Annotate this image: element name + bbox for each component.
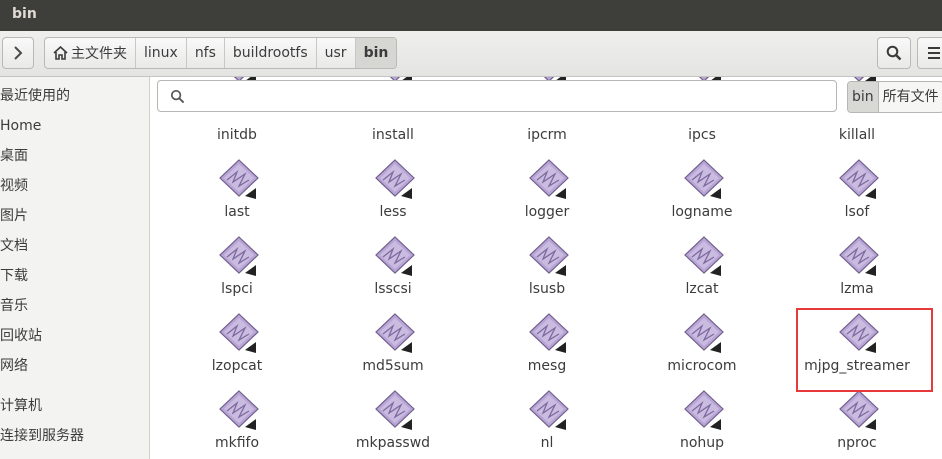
- file-name: md5sum: [362, 358, 424, 374]
- file-name: ipcrm: [527, 127, 567, 143]
- file-name: mkfifo: [214, 435, 260, 451]
- crumb-bin[interactable]: bin: [355, 38, 397, 68]
- crumb-buildrootfs[interactable]: buildrootfs: [225, 38, 317, 68]
- file-name: lspci: [221, 281, 253, 297]
- search-input[interactable]: [190, 85, 824, 109]
- file-name: lsscsi: [374, 281, 412, 297]
- sidebar-item-trash[interactable]: 回收站: [0, 324, 42, 348]
- executable-file-icon: [219, 159, 259, 199]
- title-bar: bin: [0, 0, 942, 31]
- search-bar[interactable]: [157, 80, 837, 112]
- window-title: bin: [12, 6, 37, 22]
- crumb-nfs[interactable]: nfs: [187, 38, 225, 68]
- executable-file-icon: [375, 159, 415, 199]
- crumb-home-label: 主文件夹: [71, 46, 127, 62]
- executable-file-icon: [529, 390, 569, 430]
- file-name: nl: [540, 435, 554, 451]
- file-name: mesg: [527, 358, 567, 374]
- file-name: lsof: [844, 204, 870, 220]
- file-name: ipcs: [688, 127, 716, 143]
- sidebar-item-home[interactable]: Home: [0, 114, 41, 138]
- executable-file-icon: [684, 390, 724, 430]
- sidebar-item-network[interactable]: 网络: [0, 354, 28, 378]
- scope-current-folder[interactable]: bin: [848, 82, 879, 112]
- executable-file-icon: [219, 390, 259, 430]
- search-scope: bin 所有文件: [847, 81, 942, 113]
- file-name: lsusb: [528, 281, 566, 297]
- file-name: killall: [838, 127, 876, 143]
- executable-file-icon: [219, 236, 259, 276]
- executable-file-icon: [839, 159, 879, 199]
- executable-file-icon: [219, 313, 259, 353]
- sidebar-item-pictures[interactable]: 图片: [0, 204, 28, 228]
- search-icon: [886, 45, 902, 61]
- breadcrumb: 主文件夹 linux nfs buildrootfs usr bin: [44, 37, 398, 69]
- sidebar-item-downloads[interactable]: 下载: [0, 264, 28, 288]
- file-name: microcom: [667, 358, 737, 374]
- file-view: initdb install ipcrm ipcs killall last less log…: [150, 77, 942, 459]
- executable-file-icon: [839, 390, 879, 430]
- sidebar-item-music[interactable]: 音乐: [0, 294, 28, 318]
- executable-file-icon: [375, 390, 415, 430]
- sidebar-item-videos[interactable]: 视频: [0, 174, 28, 198]
- search-button[interactable]: [877, 37, 911, 69]
- executable-file-icon: [684, 313, 724, 353]
- sidebar-item-documents[interactable]: 文档: [0, 234, 28, 258]
- hamburger-menu-icon: [928, 47, 940, 59]
- executable-file-icon: [375, 236, 415, 276]
- sidebar-item-connect-server[interactable]: 连接到服务器: [0, 424, 84, 448]
- file-name: nproc: [837, 435, 877, 451]
- file-name: mkpasswd: [355, 435, 431, 451]
- highlight-box: [796, 308, 933, 392]
- file-name: install: [372, 127, 414, 143]
- executable-file-icon: [684, 159, 724, 199]
- sidebar-item-recent[interactable]: 最近使用的: [0, 84, 70, 108]
- forward-button[interactable]: [2, 37, 34, 69]
- file-name: logger: [524, 204, 570, 220]
- chevron-right-icon: [14, 46, 23, 60]
- crumb-linux[interactable]: linux: [136, 38, 187, 68]
- crumb-home[interactable]: 主文件夹: [45, 38, 136, 68]
- executable-file-icon: [529, 313, 569, 353]
- sidebar: 最近使用的 Home 桌面 视频 图片 文档 下载 音乐 回收站 网络 计算机 …: [0, 77, 150, 459]
- search-icon: [170, 89, 185, 104]
- scope-all-files[interactable]: 所有文件: [879, 82, 942, 112]
- toolbar: 主文件夹 linux nfs buildrootfs usr bin: [0, 31, 942, 77]
- menu-button[interactable]: [917, 37, 942, 69]
- file-name: lzopcat: [211, 358, 263, 374]
- file-name: logname: [671, 204, 733, 220]
- file-name: less: [379, 204, 407, 220]
- file-name: lzma: [840, 281, 874, 297]
- file-name: lzcat: [685, 281, 719, 297]
- sidebar-item-desktop[interactable]: 桌面: [0, 144, 28, 168]
- executable-file-icon: [375, 313, 415, 353]
- file-name: last: [224, 204, 250, 220]
- executable-file-icon: [839, 236, 879, 276]
- executable-file-icon: [529, 159, 569, 199]
- home-icon: [53, 46, 68, 60]
- file-grid: initdb install ipcrm ipcs killall last less log…: [150, 77, 942, 459]
- executable-file-icon: [529, 236, 569, 276]
- sidebar-item-computer[interactable]: 计算机: [0, 394, 42, 418]
- executable-file-icon: [684, 236, 724, 276]
- file-name: initdb: [217, 127, 257, 143]
- file-name: nohup: [679, 435, 725, 451]
- crumb-usr[interactable]: usr: [317, 38, 356, 68]
